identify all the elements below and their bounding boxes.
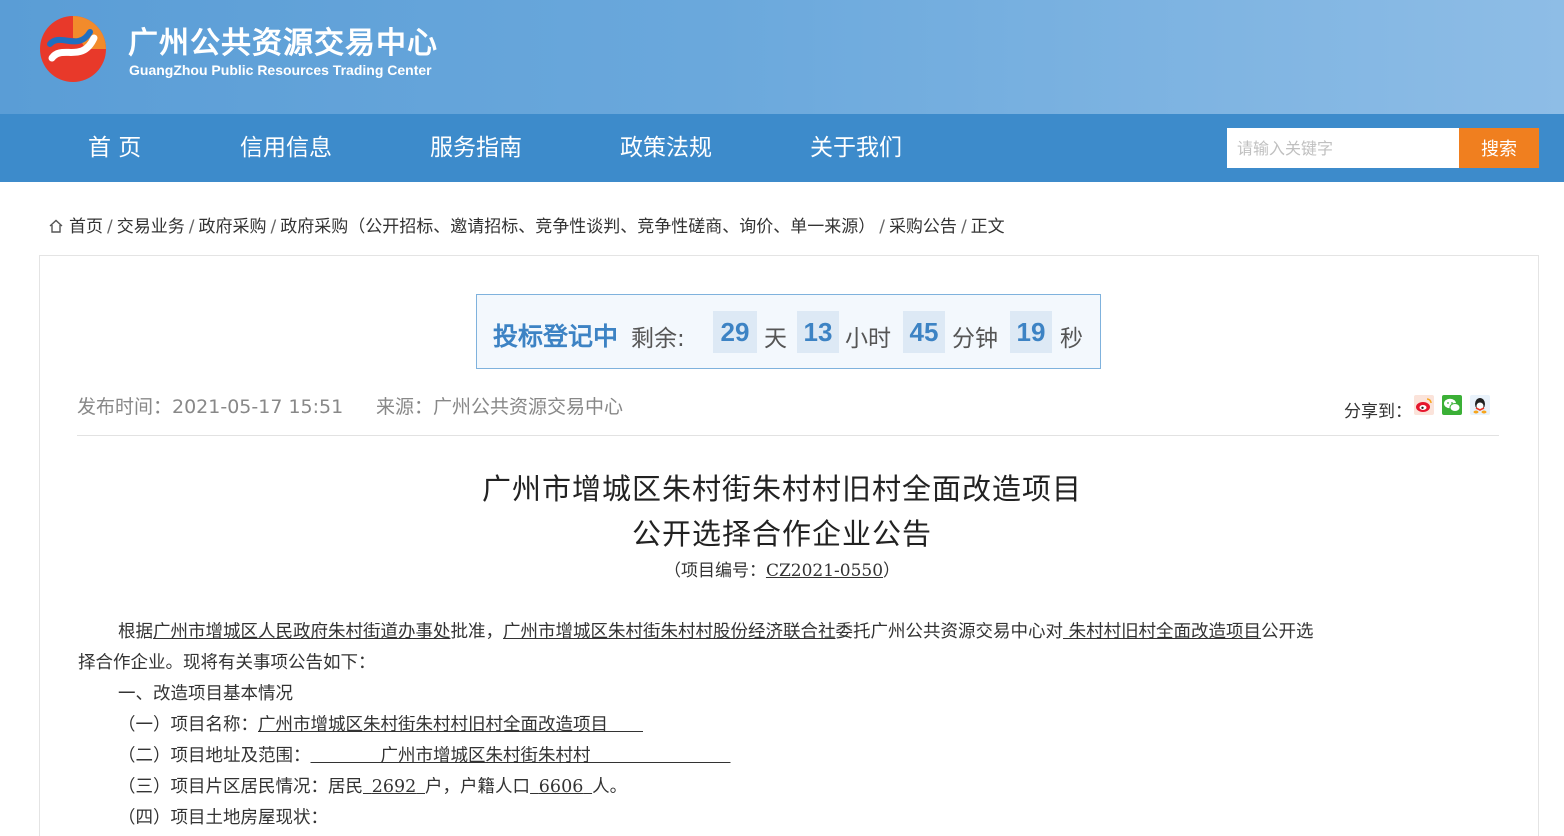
site-subtitle: GuangZhou Public Resources Trading Cente… <box>129 62 432 78</box>
project-code-prefix: （项目编号： <box>663 561 766 581</box>
countdown-minutes: 45 <box>903 311 945 353</box>
countdown-days: 29 <box>713 311 757 353</box>
intro-text: 委托广州公共资源交易中心对 <box>835 622 1064 642</box>
breadcrumb-item-home[interactable]: 首页 <box>69 217 103 237</box>
bid-countdown: 投标登记中 剩余: 29 天 13 小时 45 分钟 19 秒 <box>476 294 1101 369</box>
intro-paragraph-line1: 根据广州市增城区人民政府朱村街道办事处批准，广州市增城区朱村街朱村村股份经济联合… <box>118 618 1314 643</box>
countdown-seconds-unit: 秒 <box>1060 326 1083 352</box>
residents-households: 2692 <box>363 777 425 797</box>
intro-text: 根据 <box>118 622 153 642</box>
item-label: 人。 <box>592 777 628 797</box>
breadcrumb-separator: / <box>188 217 195 237</box>
search-button[interactable]: 搜索 <box>1459 128 1539 168</box>
breadcrumb-item-trading[interactable]: 交易业务 <box>117 217 185 237</box>
breadcrumb-separator: / <box>270 217 277 237</box>
item-value: 广州市增城区朱村街朱村村旧村全面改造项目 <box>258 715 608 735</box>
residents-population: 6606 <box>530 777 592 797</box>
countdown-minutes-unit: 分钟 <box>952 326 998 352</box>
weibo-icon[interactable] <box>1414 395 1434 415</box>
project-name-inline: 朱村村旧村全面改造项目 <box>1063 622 1262 642</box>
breadcrumb-separator: / <box>960 217 967 237</box>
item-value: 广州市增城区朱村街朱村村 <box>380 746 591 766</box>
breadcrumb: 首页 / 交易业务 / 政府采购 / 政府采购（公开招标、邀请招标、竞争性谈判、竞争性磋商、… <box>48 212 1005 237</box>
project-code-value: CZ2021-0550 <box>765 561 884 581</box>
underline-filler <box>591 746 731 766</box>
nav-item-about-us[interactable]: 关于我们 <box>810 114 902 182</box>
countdown-hours-unit: 小时 <box>845 326 891 352</box>
item-project-name: （一）项目名称：广州市增城区朱村街朱村村旧村全面改造项目 <box>118 711 643 736</box>
qq-icon[interactable] <box>1470 395 1490 415</box>
gzggzy-logo-icon[interactable] <box>38 14 108 84</box>
commissioning-entity: 广州市增城区朱村街朱村村股份经济联合社 <box>503 622 836 642</box>
intro-text: 公开选 <box>1261 622 1314 642</box>
households-value: 2692 <box>371 777 417 797</box>
breadcrumb-separator: / <box>879 217 885 237</box>
countdown-label: 剩余: <box>631 326 685 352</box>
breadcrumb-item-gov-procurement[interactable]: 政府采购 <box>198 217 266 237</box>
item-project-address: （二）项目地址及范围： 广州市增城区朱村街朱村村 <box>118 742 731 767</box>
breadcrumb-item-procurement-types[interactable]: 政府采购（公开招标、邀请招标、竞争性谈判、竞争性磋商、询价、单一来源） <box>280 217 875 237</box>
site-header: 广州公共资源交易中心 GuangZhou Public Resources Tr… <box>0 0 1564 114</box>
countdown-status: 投标登记中 <box>493 322 619 351</box>
project-code-suffix: ） <box>883 561 901 581</box>
breadcrumb-separator: / <box>107 217 113 237</box>
site-title: 广州公共资源交易中心 <box>128 26 438 61</box>
intro-text: 批准， <box>450 622 504 642</box>
item-residents: （三）项目片区居民情况：居民 2692 户，户籍人口 6606 人。 <box>118 773 627 798</box>
section-heading: 一、改造项目基本情况 <box>118 684 293 704</box>
item-label: （三）项目片区居民情况：居民 <box>118 777 363 797</box>
source: 来源：广州公共资源交易中心 <box>376 396 624 418</box>
nav-item-service-guide[interactable]: 服务指南 <box>430 114 522 182</box>
breadcrumb-item-announcement[interactable]: 采购公告 <box>889 217 957 237</box>
countdown-seconds: 19 <box>1010 311 1052 353</box>
countdown-days-unit: 天 <box>764 326 787 352</box>
document-title-line2: 公开选择合作企业公告 <box>631 517 932 551</box>
approving-authority: 广州市增城区人民政府朱村街道办事处 <box>153 622 451 642</box>
document-title-line1: 广州市增城区朱村街朱村村旧村全面改造项目 <box>481 472 1082 506</box>
countdown-hours: 13 <box>797 311 839 353</box>
nav-item-policy[interactable]: 政策法规 <box>620 114 712 182</box>
share-label: 分享到： <box>1344 402 1412 422</box>
wechat-icon[interactable] <box>1442 395 1462 415</box>
item-label: （二）项目地址及范围： <box>118 746 311 766</box>
search-input[interactable] <box>1227 128 1459 168</box>
intro-paragraph-line2: 择合作企业。现将有关事项公告如下： <box>78 653 376 673</box>
item-land-status: （四）项目土地房屋现状： <box>118 808 328 828</box>
population-value: 6606 <box>538 777 584 797</box>
nav-item-home[interactable]: 首 页 <box>88 114 141 182</box>
underline-filler <box>608 715 643 735</box>
item-label: 户，户籍人口 <box>425 777 531 797</box>
item-label: （一）项目名称： <box>118 715 258 735</box>
nav-item-credit-info[interactable]: 信用信息 <box>240 114 332 182</box>
publish-time: 发布时间：2021-05-17 15:51 <box>77 396 344 418</box>
project-code: （项目编号：CZ2021-0550） <box>0 556 1564 581</box>
breadcrumb-item-current: 正文 <box>970 217 1005 237</box>
underline-filler <box>311 746 381 766</box>
meta-divider <box>77 435 1499 436</box>
home-icon <box>49 219 63 233</box>
